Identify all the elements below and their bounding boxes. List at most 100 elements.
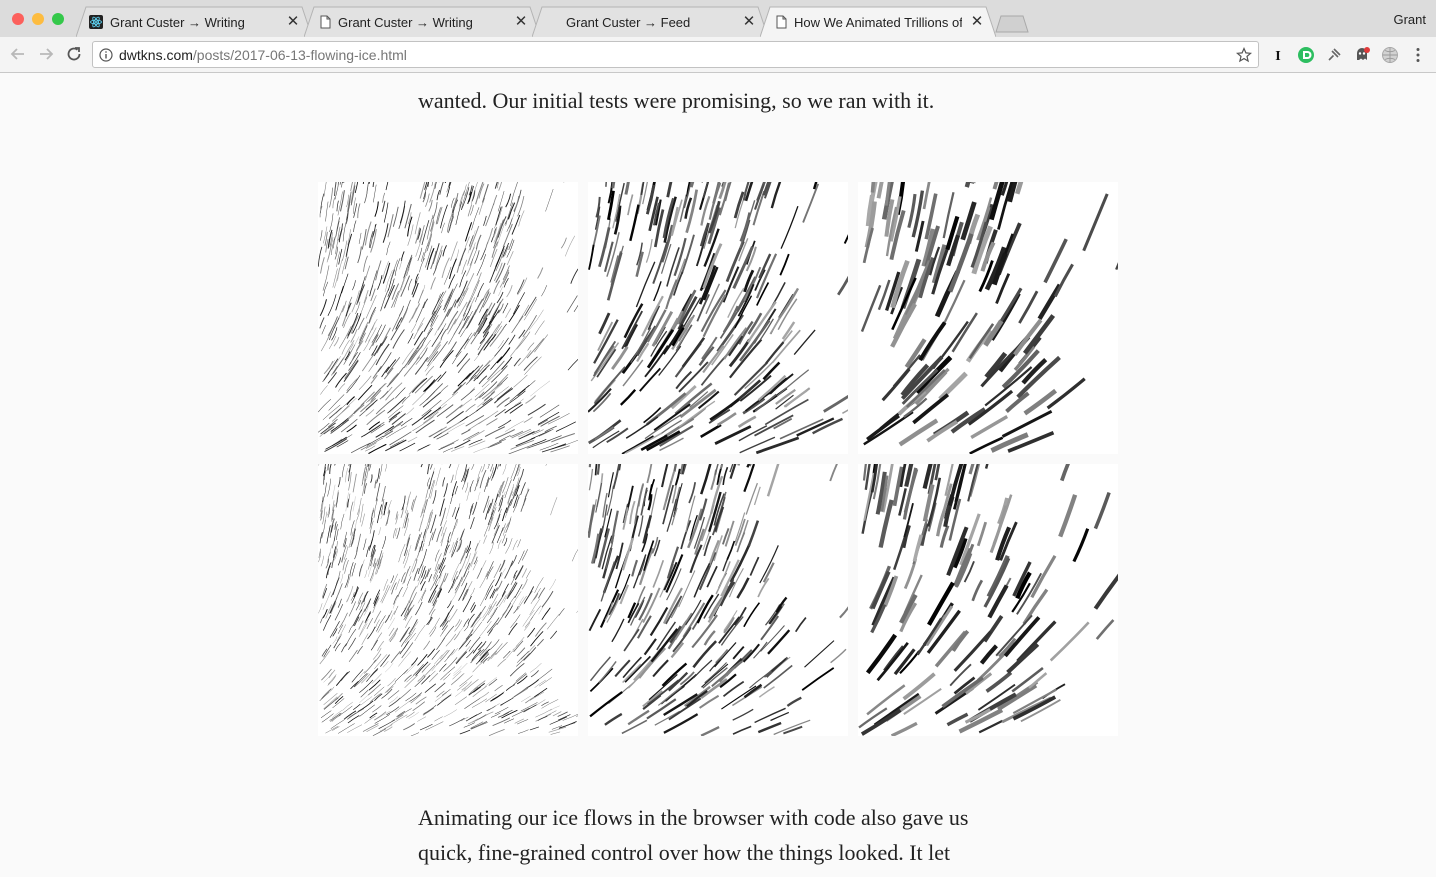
ice-flow-streak	[708, 539, 720, 567]
ice-flow-streak	[430, 608, 436, 619]
reload-icon[interactable]	[65, 45, 83, 63]
evernote-clipper-icon[interactable]	[1297, 46, 1315, 64]
ice-flow-streak	[758, 253, 772, 279]
tab-close-icon[interactable]: ✕	[742, 14, 756, 29]
ice-flow-streak	[371, 673, 382, 684]
ice-flow-streak	[327, 674, 337, 685]
ice-flow-streak	[702, 344, 725, 374]
ice-flow-streak	[429, 182, 436, 203]
ice-flow-streak	[352, 280, 356, 291]
ice-flow-streak	[468, 235, 474, 247]
ice-flow-streak	[464, 698, 481, 710]
ice-flow-streak	[451, 562, 460, 581]
ice-flow-streak	[402, 586, 408, 597]
address-bar[interactable]: dwtkns.com/posts/2017-06-13-flowing-ice.…	[92, 41, 1259, 68]
ice-flow-streak	[470, 720, 488, 730]
ice-flow-streak	[518, 304, 530, 322]
ice-flow-streak	[423, 664, 436, 677]
tab-feed[interactable]: Grant Custer → Feed ✕	[532, 6, 768, 37]
ice-flow-streak	[428, 199, 433, 212]
ice-flow-streak	[456, 539, 463, 553]
ice-flow-streak	[497, 340, 504, 349]
ice-flow-streak	[468, 297, 476, 311]
ice-flow-streak	[361, 353, 375, 372]
ice-flow-streak	[1093, 492, 1111, 530]
ice-flow-streak	[496, 527, 504, 544]
window-close-button[interactable]	[12, 13, 24, 25]
ice-flow-streak	[530, 380, 551, 397]
ice-flow-streak	[771, 657, 787, 673]
ice-flow-streak	[432, 202, 438, 220]
ice-flow-streak	[403, 723, 415, 731]
ice-flow-streak	[364, 569, 368, 578]
tab-active-flowing-ice[interactable]: How We Animated Trillions of ✕	[760, 6, 996, 37]
ice-flow-streak	[423, 640, 431, 650]
ice-flow-streak	[415, 601, 423, 616]
ice-flow-streak	[503, 650, 511, 659]
ice-flow-streak	[673, 483, 683, 518]
ice-flow-streak	[395, 578, 400, 591]
ice-flow-streak	[414, 624, 426, 642]
ice-flow-streak	[516, 279, 525, 295]
ghostery-icon[interactable]	[1353, 46, 1371, 64]
ice-flow-streak	[520, 702, 538, 712]
forward-arrow-icon[interactable]	[37, 45, 55, 63]
ice-flow-streak	[536, 638, 544, 647]
new-tab-button[interactable]	[994, 15, 1030, 33]
ice-flow-streak	[328, 686, 335, 694]
ice-flow-streak	[780, 205, 799, 249]
ice-flow-streak	[1018, 290, 1039, 324]
ice-flow-streak	[388, 410, 403, 422]
ice-flow-streak	[722, 680, 745, 697]
menu-kebab-icon[interactable]	[1409, 46, 1427, 64]
ice-flow-streak	[666, 182, 673, 198]
tab-close-icon[interactable]: ✕	[286, 14, 300, 29]
ice-flow-streak	[598, 660, 617, 683]
instapaper-icon[interactable]: I	[1269, 46, 1287, 64]
window-minimize-button[interactable]	[32, 13, 44, 25]
ice-flow-streak	[722, 466, 729, 485]
profile-name[interactable]: Grant	[1393, 12, 1426, 27]
ice-flow-streak	[508, 304, 520, 323]
tab-close-icon[interactable]: ✕	[514, 14, 528, 29]
ice-flow-streak	[417, 716, 427, 722]
ice-flow-streak	[470, 517, 475, 530]
tab-close-icon[interactable]: ✕	[970, 14, 984, 29]
ice-flow-streak	[454, 464, 460, 481]
ice-flow-streak	[550, 497, 558, 516]
ice-flow-streak	[467, 429, 485, 441]
ice-flow-streak	[375, 260, 382, 281]
ice-flow-streak	[434, 245, 443, 270]
url-host: dwtkns.com	[119, 47, 193, 63]
ice-flow-streak	[485, 203, 495, 227]
ice-flow-streak	[323, 644, 332, 658]
ice-flow-streak	[321, 519, 326, 539]
ice-flow-streak	[440, 666, 456, 681]
tab-writing-1[interactable]: Grant Custer → Writing ✕	[76, 6, 312, 37]
ice-flow-streak	[525, 570, 531, 579]
ice-flow-streak	[450, 474, 454, 484]
ice-flow-streak	[419, 257, 425, 273]
ice-flow-streak	[529, 726, 540, 731]
ice-flow-streak	[477, 339, 486, 351]
ice-flow-streak	[449, 525, 455, 543]
pin-icon[interactable]	[1325, 46, 1343, 64]
info-icon[interactable]	[99, 48, 113, 62]
ice-flow-streak	[390, 259, 398, 281]
ice-flow-streak	[322, 482, 327, 503]
ice-flow-streak	[775, 596, 788, 613]
ice-flow-streak	[332, 197, 336, 209]
ice-flow-streak	[350, 340, 364, 363]
ice-flow-streak	[329, 187, 333, 208]
globe-extension-icon[interactable]	[1381, 46, 1399, 64]
ice-flow-streak	[406, 663, 417, 674]
bookmark-star-icon[interactable]	[1236, 47, 1252, 63]
back-arrow-icon[interactable]	[9, 45, 27, 63]
ice-flow-streak	[420, 581, 426, 591]
ice-flow-streak	[370, 270, 378, 291]
ice-flow-streak	[501, 523, 506, 532]
tab-writing-2[interactable]: Grant Custer → Writing ✕	[304, 6, 540, 37]
ice-flow-streak	[432, 490, 437, 504]
window-zoom-button[interactable]	[52, 13, 64, 25]
ice-flow-streak	[434, 182, 437, 189]
